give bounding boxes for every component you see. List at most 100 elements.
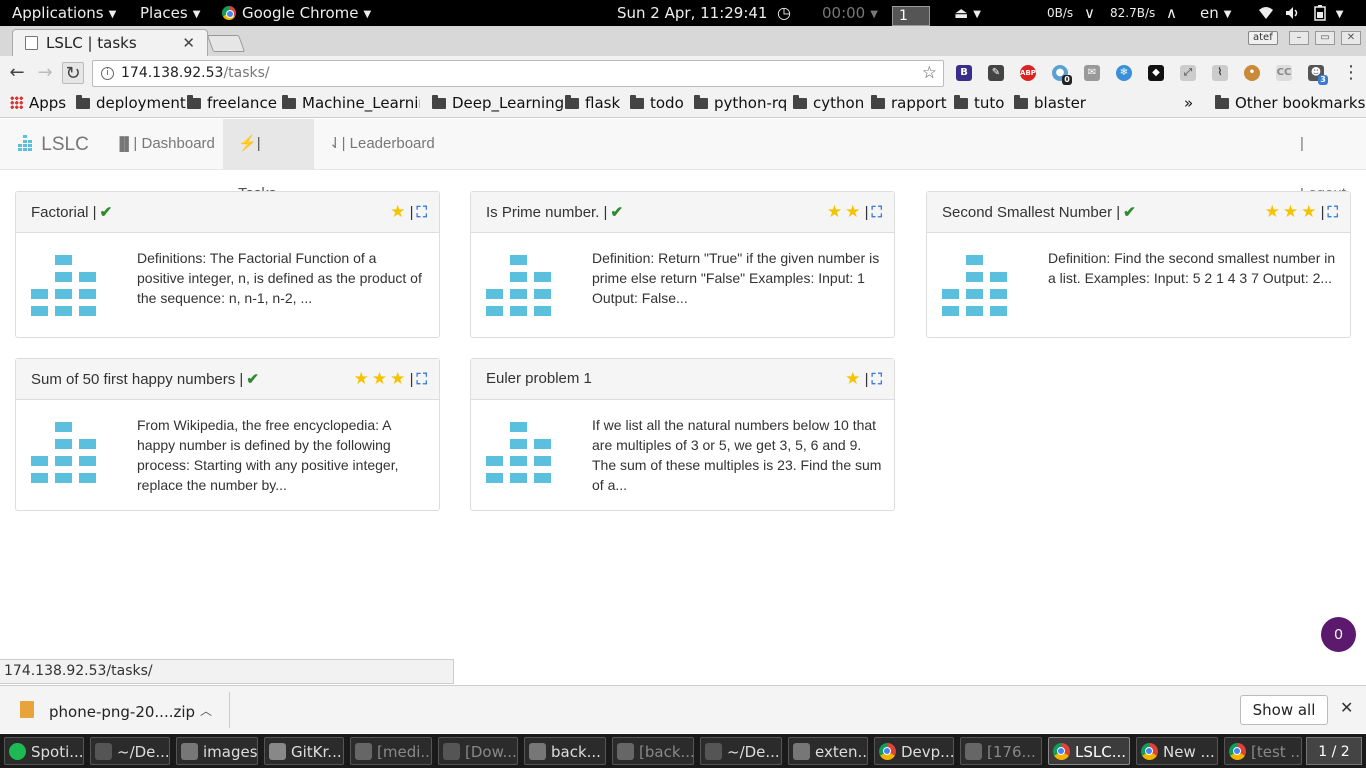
taskbar-item[interactable]: exten... xyxy=(788,737,868,765)
bookmark-folder[interactable]: todo xyxy=(630,94,684,112)
bookmark-folder[interactable]: freelance xyxy=(187,94,277,112)
taskbar-item[interactable]: [back... xyxy=(612,737,694,765)
task-tiles-icon xyxy=(31,255,96,316)
bootstrap-extension-icon[interactable]: B xyxy=(956,65,972,81)
timer-readout[interactable]: 00:00 ▼ xyxy=(822,0,878,26)
download-item[interactable]: phone-png-20....zip ︿ xyxy=(10,692,230,728)
applications-menu[interactable]: Applications ▼ xyxy=(12,0,116,26)
adblock-extension-icon[interactable]: ABP xyxy=(1020,65,1036,81)
nav-tasks[interactable]: ⚡| Tasks xyxy=(223,119,314,202)
workspace-pager[interactable]: 1 / 2 xyxy=(1306,737,1362,765)
taskbar-item[interactable]: [176... xyxy=(960,737,1042,765)
taskbar-item[interactable]: images xyxy=(176,737,258,765)
close-window-button[interactable]: ✕ xyxy=(1341,31,1361,45)
star-icon: ★ xyxy=(353,369,369,388)
taskbar-item-active[interactable]: LSLC... xyxy=(1048,737,1130,765)
evernote-extension-icon[interactable]: ✎ xyxy=(988,65,1004,81)
taskbar-item[interactable]: ~/De... xyxy=(90,737,170,765)
bookmark-folder[interactable]: rapport xyxy=(871,94,947,112)
bookmark-folder[interactable]: Machine_Learning xyxy=(282,94,420,112)
dark-extension-icon[interactable]: ◆ xyxy=(1148,65,1164,81)
taskbar-item[interactable]: ~/De... xyxy=(700,737,782,765)
brand-link[interactable]: LSLC xyxy=(16,134,89,156)
other-bookmarks-folder[interactable]: Other bookmarks xyxy=(1215,94,1365,112)
expand-icon[interactable]: ⛶ xyxy=(871,371,882,388)
bookmark-folder[interactable]: python-rq xyxy=(694,94,787,112)
task-title[interactable]: Factorial | xyxy=(31,204,97,221)
chrome-menu-icon[interactable]: ⋮ xyxy=(1340,62,1362,84)
bookmark-folder[interactable]: flask xyxy=(565,94,620,112)
volume-icon[interactable] xyxy=(1285,0,1301,26)
battery-icon[interactable]: ▼ xyxy=(1314,0,1343,26)
nav-leaderboard[interactable]: ⇃| Leaderboard xyxy=(314,119,450,169)
url-path: /tasks/ xyxy=(223,65,270,81)
reload-button[interactable]: ↻ xyxy=(62,62,84,84)
task-title[interactable]: Sum of 50 first happy numbers | xyxy=(31,371,243,388)
taskbar-item[interactable]: [Dow... xyxy=(438,737,518,765)
nav-dashboard[interactable]: ▐▌| Dashboard xyxy=(100,119,230,169)
bookmark-folder[interactable]: Deep_Learning xyxy=(432,94,564,112)
star-icon: ★ xyxy=(826,202,843,221)
download-shelf: phone-png-20....zip ︿ Show all ✕ xyxy=(0,685,1366,733)
eject-icon[interactable]: ⏏ ▼ xyxy=(954,0,981,26)
bookmark-folder[interactable]: cython xyxy=(793,94,864,112)
chrome-icon xyxy=(1229,743,1246,760)
keyboard-layout-menu[interactable]: en ▼ xyxy=(1200,0,1231,26)
chevron-down-icon: ▼ xyxy=(363,9,372,20)
nav-logout[interactable]: | Logout xyxy=(1285,119,1366,202)
places-menu[interactable]: Places ▼ xyxy=(140,0,200,26)
show-all-button[interactable]: Show all xyxy=(1240,695,1328,725)
taskbar-item[interactable]: [test ... xyxy=(1224,737,1302,765)
address-bar[interactable]: i 174.138.92.53/tasks/ ☆ xyxy=(92,60,944,87)
page-icon xyxy=(25,36,38,50)
net-down-readout: 0B/s xyxy=(1047,6,1074,20)
snowflake-extension-icon[interactable]: ❄ xyxy=(1116,65,1132,81)
new-tab-button[interactable] xyxy=(206,35,246,52)
mail-extension-icon[interactable]: ✉ xyxy=(1084,65,1100,81)
chevron-up-icon[interactable]: ︿ xyxy=(200,702,212,719)
task-card[interactable]: Euler problem 1 ★ | ⛶ If we list all the … xyxy=(470,358,895,511)
profile-button[interactable]: atef xyxy=(1248,31,1278,45)
expand-icon[interactable]: ⛶ xyxy=(871,204,882,221)
close-tab-icon[interactable]: ✕ xyxy=(182,34,195,52)
expand-icon[interactable]: ⛶ xyxy=(1327,204,1338,221)
bookmark-folder[interactable]: blaster xyxy=(1014,94,1086,112)
wifi-icon[interactable] xyxy=(1258,0,1274,26)
minimize-button[interactable]: – xyxy=(1289,31,1309,45)
task-title[interactable]: Euler problem 1 xyxy=(486,370,592,387)
resize-extension-icon[interactable]: ⤢ xyxy=(1180,65,1196,81)
expand-icon[interactable]: ⛶ xyxy=(416,204,427,221)
taskbar-item-spotify[interactable]: Spoti... xyxy=(4,737,84,765)
forward-button[interactable]: → xyxy=(34,62,56,84)
active-app-menu[interactable]: Google Chrome ▼ xyxy=(222,0,371,26)
taskbar-item[interactable]: GitKr... xyxy=(264,737,344,765)
taskbar-item[interactable]: back... xyxy=(524,737,606,765)
bookmark-folder[interactable]: tuto xyxy=(954,94,1004,112)
bookmark-apps[interactable]: Apps xyxy=(10,94,66,112)
bookmark-folder[interactable]: deployment xyxy=(76,94,186,112)
bookmark-star-icon[interactable]: ☆ xyxy=(922,61,937,86)
cookie-extension-icon[interactable]: • xyxy=(1244,65,1260,81)
close-icon[interactable]: ✕ xyxy=(1340,698,1353,717)
timer-icon[interactable]: ◷ xyxy=(777,0,791,26)
bookmarks-overflow-button[interactable]: » xyxy=(1184,94,1193,112)
task-card[interactable]: Sum of 50 first happy numbers | ✔ ★ ★ ★ | ⛶ … xyxy=(15,358,440,511)
taskbar-item[interactable]: Devp... xyxy=(874,737,954,765)
info-icon[interactable]: i xyxy=(101,67,114,80)
task-card[interactable]: Is Prime number. | ✔ ★ ★ | ⛶ Definition: Re… xyxy=(470,191,895,338)
task-title[interactable]: Is Prime number. | xyxy=(486,204,607,221)
back-button[interactable]: ← xyxy=(6,62,28,84)
notification-badge-button[interactable]: 0 xyxy=(1321,617,1356,652)
maximize-button[interactable]: ▭ xyxy=(1315,31,1335,45)
tab-lslc-tasks[interactable]: LSLC | tasks ✕ xyxy=(12,29,208,56)
taskbar-item[interactable]: New ... xyxy=(1136,737,1218,765)
workspace-indicator[interactable]: 1 xyxy=(892,2,930,28)
clock[interactable]: Sun 2 Apr, 11:29:41 xyxy=(617,0,767,26)
cc-extension-icon[interactable]: CC xyxy=(1276,65,1292,81)
expand-icon[interactable]: ⛶ xyxy=(416,371,427,388)
task-card[interactable]: Second Smallest Number | ✔ ★ ★ ★ | ⛶ Definit… xyxy=(926,191,1351,338)
task-title[interactable]: Second Smallest Number | xyxy=(942,204,1120,221)
eyedropper-extension-icon[interactable]: ⌇ xyxy=(1212,65,1228,81)
taskbar-item[interactable]: [medi... xyxy=(350,737,432,765)
task-card[interactable]: Factorial | ✔ ★ | ⛶ Definitions: The Facto… xyxy=(15,191,440,338)
